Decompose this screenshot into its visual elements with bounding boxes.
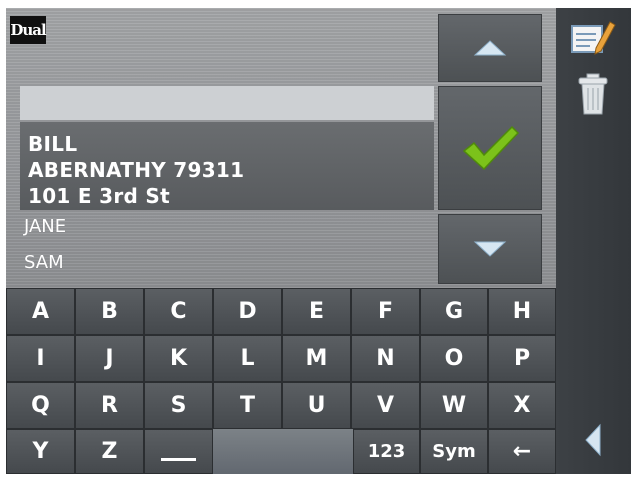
entry-city-zip: ABERNATHY 79311 xyxy=(28,158,245,182)
key-g[interactable]: G xyxy=(420,288,488,335)
key-j[interactable]: J xyxy=(75,335,144,382)
results-panel: Dual BILL ABERNATHY 79311 101 E 3rd St J… xyxy=(6,8,556,288)
key-w[interactable]: W xyxy=(420,382,488,429)
edit-button[interactable] xyxy=(564,12,622,64)
space-key[interactable] xyxy=(144,429,213,474)
back-arrow-icon xyxy=(585,423,601,457)
scroll-down-button[interactable] xyxy=(438,214,542,284)
key-s[interactable]: S xyxy=(144,382,213,429)
key-x[interactable]: X xyxy=(488,382,556,429)
search-input[interactable] xyxy=(20,86,434,120)
key-o[interactable]: O xyxy=(420,335,488,382)
key-d[interactable]: D xyxy=(213,288,282,335)
key-q[interactable]: Q xyxy=(6,382,75,429)
key-p[interactable]: P xyxy=(488,335,556,382)
key-l[interactable]: L xyxy=(213,335,282,382)
key-u[interactable]: U xyxy=(282,382,351,429)
delete-button[interactable] xyxy=(564,68,622,120)
device-screen: Dual BILL ABERNATHY 79311 101 E 3rd St J… xyxy=(6,8,631,474)
key-e[interactable]: E xyxy=(282,288,351,335)
down-arrow-icon xyxy=(473,241,507,257)
key-h[interactable]: H xyxy=(488,288,556,335)
backspace-key[interactable]: ← xyxy=(488,429,556,474)
symbols-key[interactable]: Sym xyxy=(420,429,488,474)
on-screen-keyboard: A B C D E F G H I J K L M N O P Q R S T … xyxy=(6,288,556,474)
list-item[interactable]: JANE xyxy=(24,216,66,237)
back-button[interactable] xyxy=(564,414,622,466)
trash-icon xyxy=(578,73,608,115)
key-n[interactable]: N xyxy=(351,335,420,382)
entry-street: 101 E 3rd St xyxy=(28,184,170,208)
confirm-button[interactable] xyxy=(438,86,542,210)
key-m[interactable]: M xyxy=(282,335,351,382)
keyboard-blank-area xyxy=(213,429,353,474)
key-y[interactable]: Y xyxy=(6,429,75,474)
key-z[interactable]: Z xyxy=(75,429,144,474)
numbers-key[interactable]: 123 xyxy=(353,429,420,474)
list-item[interactable]: SAM xyxy=(24,252,64,273)
key-v[interactable]: V xyxy=(351,382,420,429)
edit-notes-icon xyxy=(571,21,616,55)
right-sidebar xyxy=(556,8,631,474)
key-i[interactable]: I xyxy=(6,335,75,382)
scroll-up-button[interactable] xyxy=(438,14,542,82)
key-b[interactable]: B xyxy=(75,288,144,335)
up-arrow-icon xyxy=(473,40,507,56)
key-a[interactable]: A xyxy=(6,288,75,335)
key-f[interactable]: F xyxy=(351,288,420,335)
checkmark-icon xyxy=(462,125,520,171)
key-k[interactable]: K xyxy=(144,335,213,382)
key-t[interactable]: T xyxy=(213,382,282,429)
key-r[interactable]: R xyxy=(75,382,144,429)
selected-list-item[interactable]: BILL ABERNATHY 79311 101 E 3rd St xyxy=(20,122,434,210)
key-c[interactable]: C xyxy=(144,288,213,335)
dual-logo: Dual xyxy=(10,16,47,44)
entry-name: BILL xyxy=(28,132,78,156)
